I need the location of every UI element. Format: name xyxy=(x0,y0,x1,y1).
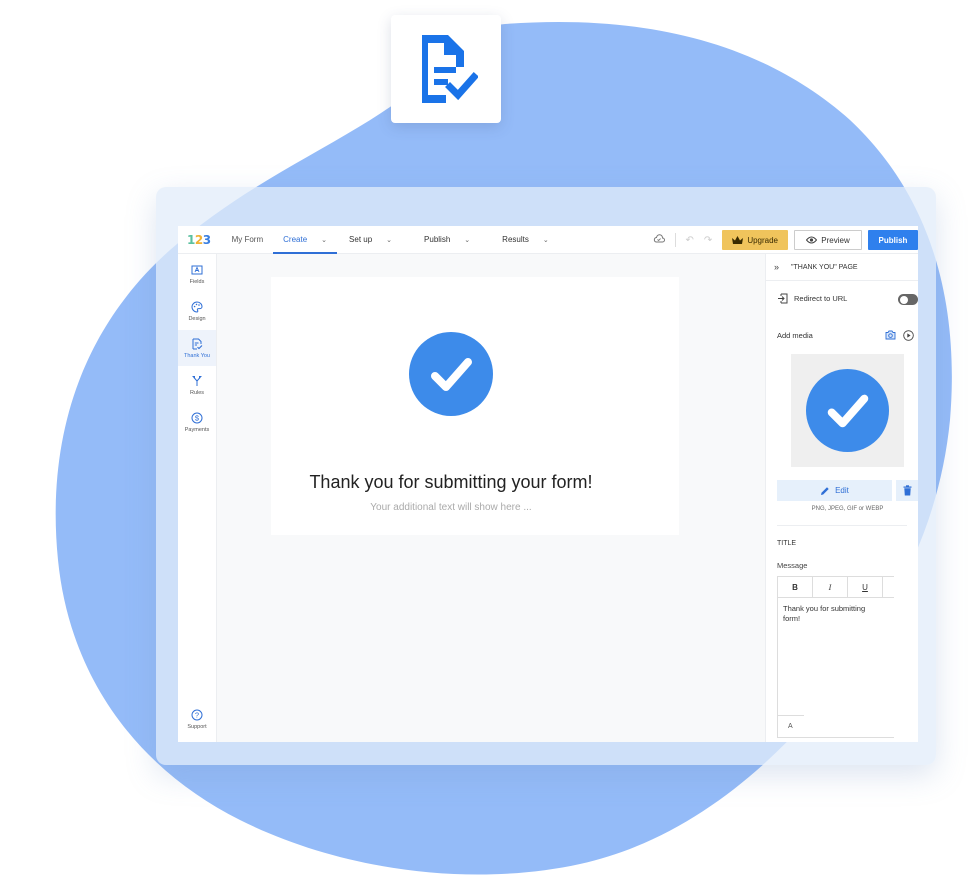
underline-button[interactable]: U xyxy=(848,577,883,597)
editor-toolbar: B I U xyxy=(778,577,894,598)
panel-header: » "THANK YOU" PAGE xyxy=(766,254,918,281)
thank-you-settings-panel: » "THANK YOU" PAGE Redirect to URL Add m… xyxy=(765,254,918,742)
message-textarea[interactable]: Thank you for submitting form! xyxy=(778,598,888,630)
section-divider xyxy=(777,525,907,526)
form-name[interactable]: My Form xyxy=(232,235,264,244)
delete-media-button[interactable] xyxy=(896,480,918,501)
check-circle-icon xyxy=(409,332,493,416)
upgrade-button[interactable]: Upgrade xyxy=(722,230,788,250)
tab-create[interactable]: Create ⌄ xyxy=(273,226,337,254)
form-check-icon xyxy=(422,35,478,103)
message-label: Message xyxy=(777,561,808,570)
add-media-label: Add media xyxy=(777,331,813,340)
trash-icon xyxy=(903,485,911,496)
redo-icon[interactable]: ↷ xyxy=(704,235,712,246)
hero-icon-card xyxy=(391,15,501,123)
toolbar-divider xyxy=(674,233,676,247)
undo-icon[interactable]: ↶ xyxy=(686,235,694,246)
sidebar-item-support[interactable]: ? Support xyxy=(178,701,216,737)
edit-media-button[interactable]: Edit xyxy=(777,480,892,501)
chevron-down-icon: ⌄ xyxy=(464,236,471,244)
top-bar: 123 My Form Create ⌄ Set up ⌄ Publish ⌄ … xyxy=(178,226,918,254)
tab-publish[interactable]: Publish ⌄ xyxy=(414,226,480,254)
sidebar-item-rules[interactable]: Rules xyxy=(178,367,216,403)
tab-setup[interactable]: Set up ⌄ xyxy=(339,226,402,254)
tab-results[interactable]: Results ⌄ xyxy=(492,226,559,254)
camera-icon[interactable] xyxy=(885,330,896,340)
svg-text:$: $ xyxy=(195,413,200,422)
palette-icon xyxy=(191,300,203,313)
cloud-save-icon[interactable] xyxy=(653,234,665,246)
thank-you-preview[interactable]: Thank you for submitting your form! Your… xyxy=(271,277,679,535)
crown-icon xyxy=(732,236,744,244)
chevron-down-icon: ⌄ xyxy=(321,236,328,244)
thank-you-title: Thank you for submitting your form! xyxy=(309,472,593,492)
app-logo[interactable]: 123 xyxy=(187,233,211,247)
pencil-icon xyxy=(821,486,829,495)
help-icon: ? xyxy=(191,709,203,720)
dollar-icon: $ xyxy=(191,412,203,423)
redirect-icon xyxy=(778,293,788,304)
sidebar-item-thank-you[interactable]: Thank You xyxy=(178,330,216,366)
redirect-label: Redirect to URL xyxy=(794,294,848,303)
message-editor: B I U Thank you for submitting form! A xyxy=(777,576,894,738)
title-section-label: TITLE xyxy=(777,540,797,547)
formats-hint: PNG, JPEG, GIF or WEBP xyxy=(811,506,884,512)
check-circle-icon xyxy=(805,368,890,453)
collapse-panel-icon[interactable]: » xyxy=(774,262,779,272)
media-thumbnail[interactable] xyxy=(791,354,904,467)
app-window: 123 My Form Create ⌄ Set up ⌄ Publish ⌄ … xyxy=(178,226,918,742)
sidebar-item-payments[interactable]: $ Payments xyxy=(178,404,216,440)
text-color-button[interactable]: A xyxy=(778,715,804,737)
video-play-icon[interactable] xyxy=(903,330,914,341)
chevron-down-icon: ⌄ xyxy=(386,236,393,244)
panel-title: "THANK YOU" PAGE xyxy=(791,263,858,271)
chevron-down-icon: ⌄ xyxy=(542,236,549,244)
preview-button[interactable]: Preview xyxy=(794,230,862,250)
left-sidebar: Fields Design Thank You Rules $ Payments… xyxy=(178,254,217,742)
thank-you-icon xyxy=(192,338,203,349)
media-actions xyxy=(885,330,914,341)
rules-icon xyxy=(192,375,202,386)
publish-button[interactable]: Publish xyxy=(868,230,918,250)
svg-text:?: ? xyxy=(195,710,199,719)
sidebar-item-fields[interactable]: Fields xyxy=(178,256,216,292)
eye-icon xyxy=(806,236,818,244)
bold-button[interactable]: B xyxy=(778,577,813,597)
redirect-row: Redirect to URL xyxy=(777,293,847,304)
redirect-toggle[interactable] xyxy=(898,294,918,305)
italic-button[interactable]: I xyxy=(813,577,848,597)
toolbar-actions: ↶ ↷ Upgrade Preview Publish xyxy=(653,226,918,254)
thank-you-subtitle: Your additional text will show here ... xyxy=(370,502,532,513)
fields-icon xyxy=(191,265,203,274)
sidebar-item-design[interactable]: Design xyxy=(178,293,216,329)
